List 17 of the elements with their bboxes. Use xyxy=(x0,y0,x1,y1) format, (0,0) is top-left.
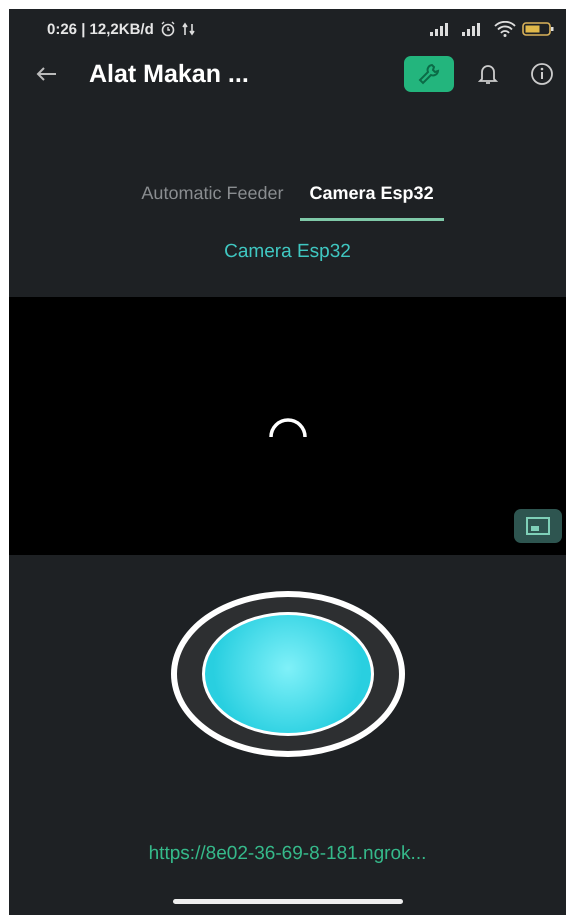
wifi-icon xyxy=(494,21,516,37)
stream-url: https://8e02-36-69-8-181.ngrok... xyxy=(148,843,428,865)
wrench-icon xyxy=(417,62,441,86)
tab[interactable]: Camera Esp32 xyxy=(300,177,444,221)
bell-button[interactable] xyxy=(478,63,498,85)
widget-title: Camera Esp32 xyxy=(223,241,352,263)
app-title: Alat Makan ... xyxy=(89,60,250,88)
battery-icon xyxy=(522,21,554,37)
status-time: 0:26 | 12,2KB/d xyxy=(47,20,154,38)
info-button[interactable] xyxy=(530,62,554,86)
fullscreen-button[interactable] xyxy=(514,509,562,543)
wrench-button[interactable] xyxy=(404,56,454,92)
alarm-icon xyxy=(160,21,176,37)
fullscreen-icon xyxy=(526,517,550,535)
signal-arrows-icon xyxy=(182,21,196,37)
tab[interactable]: Automatic Feeder xyxy=(131,177,294,221)
back-button[interactable] xyxy=(35,66,57,82)
